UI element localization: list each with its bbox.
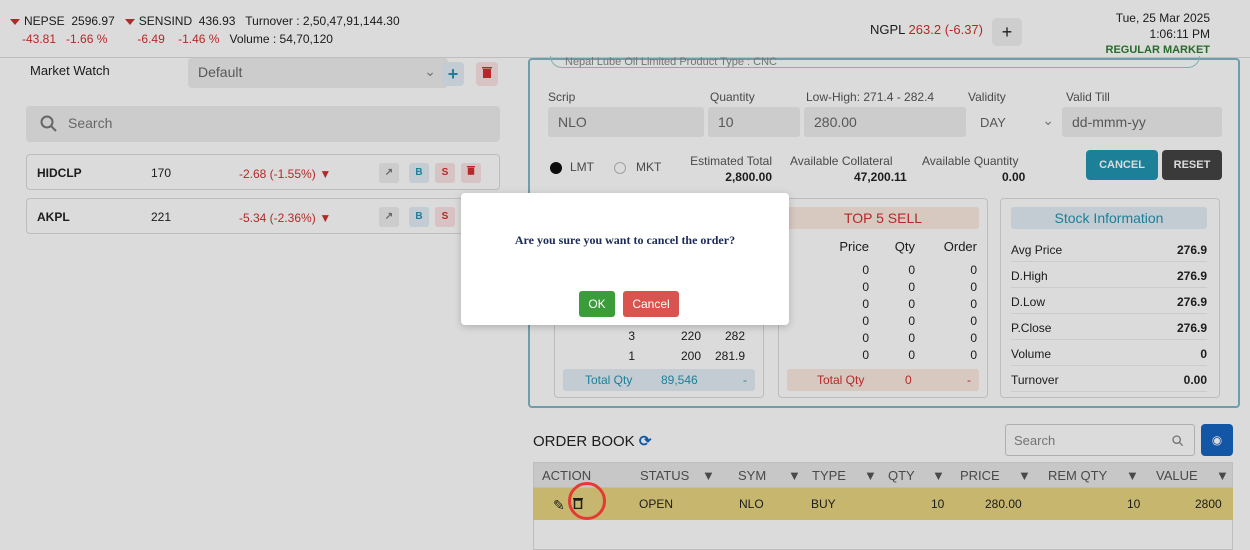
highlight-circle bbox=[568, 482, 606, 520]
confirm-message: Are you sure you want to cancel the orde… bbox=[514, 233, 736, 247]
ok-button[interactable]: OK bbox=[579, 291, 615, 317]
confirm-dialog: Are you sure you want to cancel the orde… bbox=[461, 193, 789, 325]
modal-cancel-button[interactable]: Cancel bbox=[623, 291, 679, 317]
